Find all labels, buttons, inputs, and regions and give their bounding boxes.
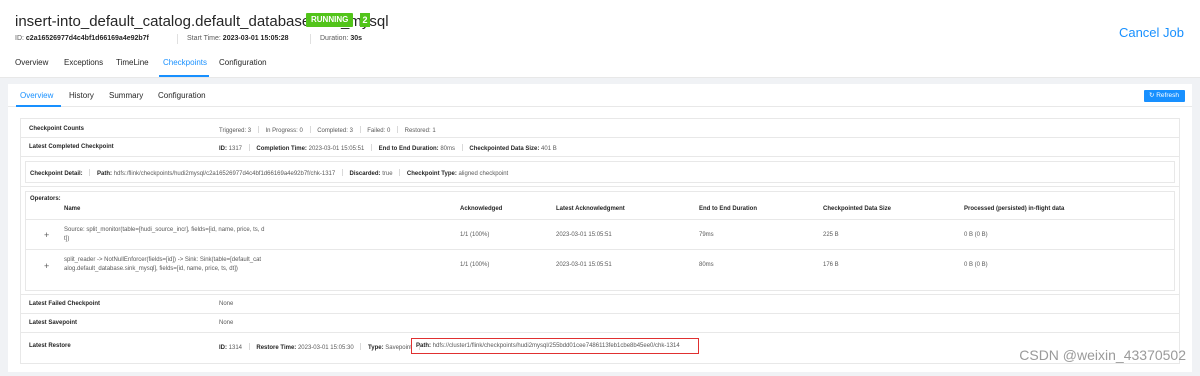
tab-timeline[interactable]: TimeLine — [116, 58, 149, 67]
operators-label: Operators: — [30, 196, 61, 202]
column-end-to-end-duration: End to End Duration — [699, 206, 757, 212]
status-badge: RUNNING — [306, 13, 354, 27]
table-row: + Source: split_monitor(table=[hudi_sour… — [26, 221, 1174, 250]
checkpoints-content: Overview History Summary Configuration ↻… — [8, 84, 1192, 372]
column-processed-in-flight: Processed (persisted) in-flight data — [964, 206, 1065, 212]
subtab-overview[interactable]: Overview — [20, 91, 53, 100]
job-start-time: Start Time: 2023-03-01 15:05:28 — [187, 35, 289, 42]
operator-data-size: 225 B — [823, 232, 839, 238]
column-latest-acknowledgment: Latest Acknowledgment — [556, 206, 625, 212]
tab-overview[interactable]: Overview — [15, 58, 48, 67]
latest-failed-label: Latest Failed Checkpoint — [29, 301, 101, 307]
checkpoint-detail-box: Checkpoint Detail: Path: hdfs:/flink/che… — [25, 161, 1175, 183]
operator-name: Source: split_monitor(table=[hudi_source… — [64, 227, 265, 242]
latest-failed-row: Latest Failed Checkpoint None — [21, 295, 1179, 314]
operators-table-header: Name Acknowledged Latest Acknowledgment … — [26, 206, 1174, 220]
table-row: + split_reader -> NotNullEnforcer(fields… — [26, 251, 1174, 281]
operators-box: Operators: Name Acknowledged Latest Ackn… — [25, 191, 1175, 291]
latest-completed-label: Latest Completed Checkpoint — [29, 144, 114, 150]
latest-restore-label: Latest Restore — [29, 343, 71, 349]
active-tab-indicator — [159, 75, 209, 77]
checkpoint-detail-values: Checkpoint Detail: Path: hdfs:/flink/che… — [30, 169, 509, 177]
subtabs-divider — [8, 106, 1192, 107]
column-checkpointed-data-size: Checkpointed Data Size — [823, 206, 892, 212]
job-id: ID: c2a16526977d4c4bf1d66169a4e92b7f — [15, 35, 149, 42]
active-subtab-indicator — [16, 105, 61, 107]
checkpoint-counts-row: Checkpoint Counts Triggered: 3 In Progre… — [21, 119, 1179, 138]
operator-e2e-duration: 79ms — [699, 232, 714, 238]
watermark: CSDN @weixin_43370502 — [1019, 347, 1186, 363]
latest-restore-row: Latest Restore ID: 1314 Restore Time: 20… — [21, 333, 1179, 363]
operator-processed: 0 B (0 B) — [964, 262, 988, 268]
subtab-summary[interactable]: Summary — [109, 91, 143, 100]
path-highlight-box — [411, 338, 699, 354]
expand-row-button[interactable]: + — [44, 230, 49, 240]
divider — [310, 34, 311, 44]
cancel-job-button[interactable]: Cancel Job — [1119, 25, 1184, 40]
latest-restore-values: ID: 1314 Restore Time: 2023-03-01 15:05:… — [219, 343, 425, 351]
latest-completed-row: Latest Completed Checkpoint ID: 1317 Com… — [21, 138, 1179, 157]
checkpoint-counts-values: Triggered: 3 In Progress: 0 Completed: 3… — [219, 126, 436, 134]
column-acknowledged: Acknowledged — [460, 206, 503, 212]
operators-row: Operators: Name Acknowledged Latest Ackn… — [21, 187, 1179, 295]
subtab-history[interactable]: History — [69, 91, 94, 100]
divider — [177, 34, 178, 44]
task-count-badge: 2 — [360, 13, 370, 27]
operator-latest-ack: 2023-03-01 15:05:51 — [556, 232, 612, 238]
tab-checkpoints[interactable]: Checkpoints — [163, 58, 207, 67]
latest-savepoint-value: None — [219, 320, 234, 326]
latest-completed-values: ID: 1317 Completion Time: 2023-03-01 15:… — [219, 144, 557, 152]
operator-e2e-duration: 80ms — [699, 262, 714, 268]
latest-savepoint-row: Latest Savepoint None — [21, 314, 1179, 333]
refresh-icon: ↻ — [1148, 92, 1155, 99]
column-name: Name — [64, 206, 81, 212]
operator-acknowledged: 1/1 (100%) — [460, 262, 490, 268]
operator-latest-ack: 2023-03-01 15:05:51 — [556, 262, 612, 268]
checkpoint-counts-label: Checkpoint Counts — [29, 126, 84, 132]
latest-savepoint-label: Latest Savepoint — [29, 320, 78, 326]
operator-acknowledged: 1/1 (100%) — [460, 232, 490, 238]
job-header: insert-into_default_catalog.default_data… — [0, 0, 1200, 78]
checkpoint-overview-panel: Checkpoint Counts Triggered: 3 In Progre… — [20, 118, 1180, 364]
operator-data-size: 176 B — [823, 262, 839, 268]
operator-name: split_reader -> NotNullEnforcer(fields=[… — [64, 257, 262, 272]
job-duration: Duration: 30s — [320, 35, 363, 42]
refresh-button[interactable]: ↻ Refresh — [1143, 90, 1185, 102]
operator-processed: 0 B (0 B) — [964, 232, 988, 238]
tab-exceptions[interactable]: Exceptions — [64, 58, 103, 67]
expand-row-button[interactable]: + — [44, 261, 49, 271]
checkpoint-detail-row: Checkpoint Detail: Path: hdfs:/flink/che… — [21, 157, 1179, 187]
tab-configuration[interactable]: Configuration — [219, 58, 267, 67]
latest-failed-value: None — [219, 301, 234, 307]
subtab-configuration[interactable]: Configuration — [158, 91, 206, 100]
